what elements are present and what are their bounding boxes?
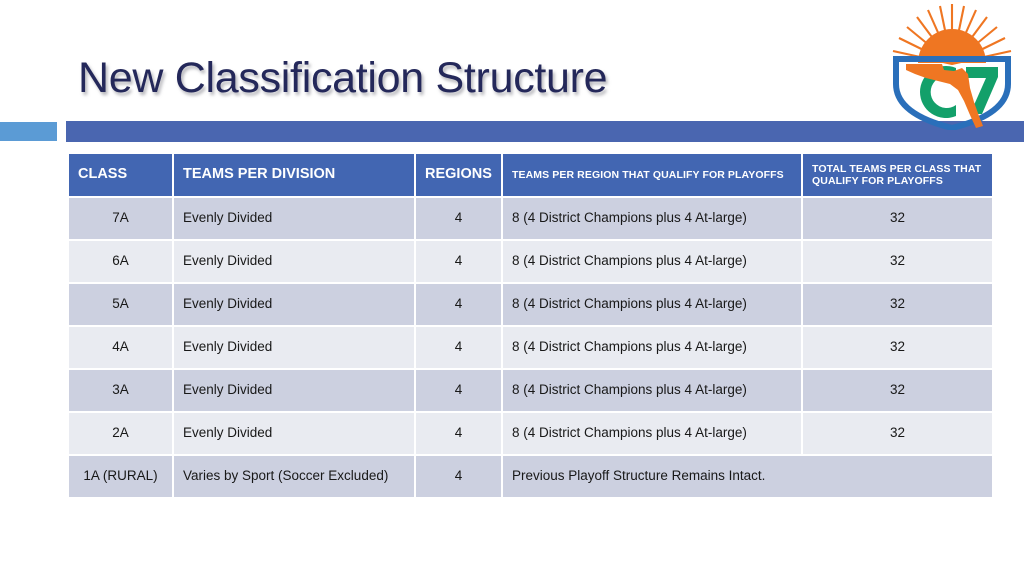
cell-merged-note: Previous Playoff Structure Remains Intac… [503, 456, 992, 497]
cell-teams-per-region: 8 (4 District Champions plus 4 At-large) [503, 241, 801, 282]
cell-teams-per-division: Evenly Divided [174, 327, 414, 368]
table-row: 5A Evenly Divided 4 8 (4 District Champions… [69, 284, 992, 325]
cell-total-teams: 32 [803, 327, 992, 368]
table-header-row: CLASS TEAMS PER DIVISION REGIONS TEAMS P… [69, 154, 992, 196]
cell-teams-per-division: Evenly Divided [174, 241, 414, 282]
cell-total-teams: 32 [803, 241, 992, 282]
cell-teams-per-division: Evenly Divided [174, 284, 414, 325]
cell-regions: 4 [416, 370, 501, 411]
fhsaa-logo [882, 2, 1022, 132]
cell-teams-per-region: 8 (4 District Champions plus 4 At-large) [503, 327, 801, 368]
cell-teams-per-region: 8 (4 District Champions plus 4 At-large) [503, 370, 801, 411]
table-row: 3A Evenly Divided 4 8 (4 District Champions… [69, 370, 992, 411]
cell-teams-per-region: 8 (4 District Champions plus 4 At-large) [503, 413, 801, 454]
cell-teams-per-region: 8 (4 District Champions plus 4 At-large) [503, 284, 801, 325]
header-regions: REGIONS [416, 154, 501, 196]
header-class: CLASS [69, 154, 172, 196]
cell-regions: 4 [416, 198, 501, 239]
header-teams-per-division: TEAMS PER DIVISION [174, 154, 414, 196]
header-total-teams-qualify: TOTAL TEAMS PER CLASS THAT QUALIFY FOR P… [803, 154, 992, 196]
cell-regions: 4 [416, 327, 501, 368]
cell-class: 1A (RURAL) [69, 456, 172, 497]
accent-block-left [0, 122, 57, 141]
table-row: 1A (RURAL) Varies by Sport (Soccer Exclud… [69, 456, 992, 497]
table-row: 2A Evenly Divided 4 8 (4 District Champions… [69, 413, 992, 454]
cell-total-teams: 32 [803, 370, 992, 411]
cell-teams-per-region: 8 (4 District Champions plus 4 At-large) [503, 198, 801, 239]
cell-teams-per-division: Evenly Divided [174, 370, 414, 411]
cell-class: 3A [69, 370, 172, 411]
cell-teams-per-division: Varies by Sport (Soccer Excluded) [174, 456, 414, 497]
cell-regions: 4 [416, 284, 501, 325]
cell-total-teams: 32 [803, 413, 992, 454]
cell-regions: 4 [416, 241, 501, 282]
table-row: 4A Evenly Divided 4 8 (4 District Champions… [69, 327, 992, 368]
page-title: New Classification Structure [78, 54, 608, 102]
cell-regions: 4 [416, 456, 501, 497]
header-teams-per-region-qualify: TEAMS PER REGION THAT QUALIFY FOR PLAYOF… [503, 154, 801, 196]
title-underline-bar [66, 121, 1024, 142]
cell-regions: 4 [416, 413, 501, 454]
cell-class: 7A [69, 198, 172, 239]
table-row: 6A Evenly Divided 4 8 (4 District Champions… [69, 241, 992, 282]
cell-total-teams: 32 [803, 284, 992, 325]
cell-total-teams: 32 [803, 198, 992, 239]
table-row: 7A Evenly Divided 4 8 (4 District Champions… [69, 198, 992, 239]
cell-class: 4A [69, 327, 172, 368]
cell-teams-per-division: Evenly Divided [174, 413, 414, 454]
classification-table: CLASS TEAMS PER DIVISION REGIONS TEAMS P… [67, 152, 994, 499]
cell-class: 6A [69, 241, 172, 282]
cell-class: 2A [69, 413, 172, 454]
cell-class: 5A [69, 284, 172, 325]
cell-teams-per-division: Evenly Divided [174, 198, 414, 239]
